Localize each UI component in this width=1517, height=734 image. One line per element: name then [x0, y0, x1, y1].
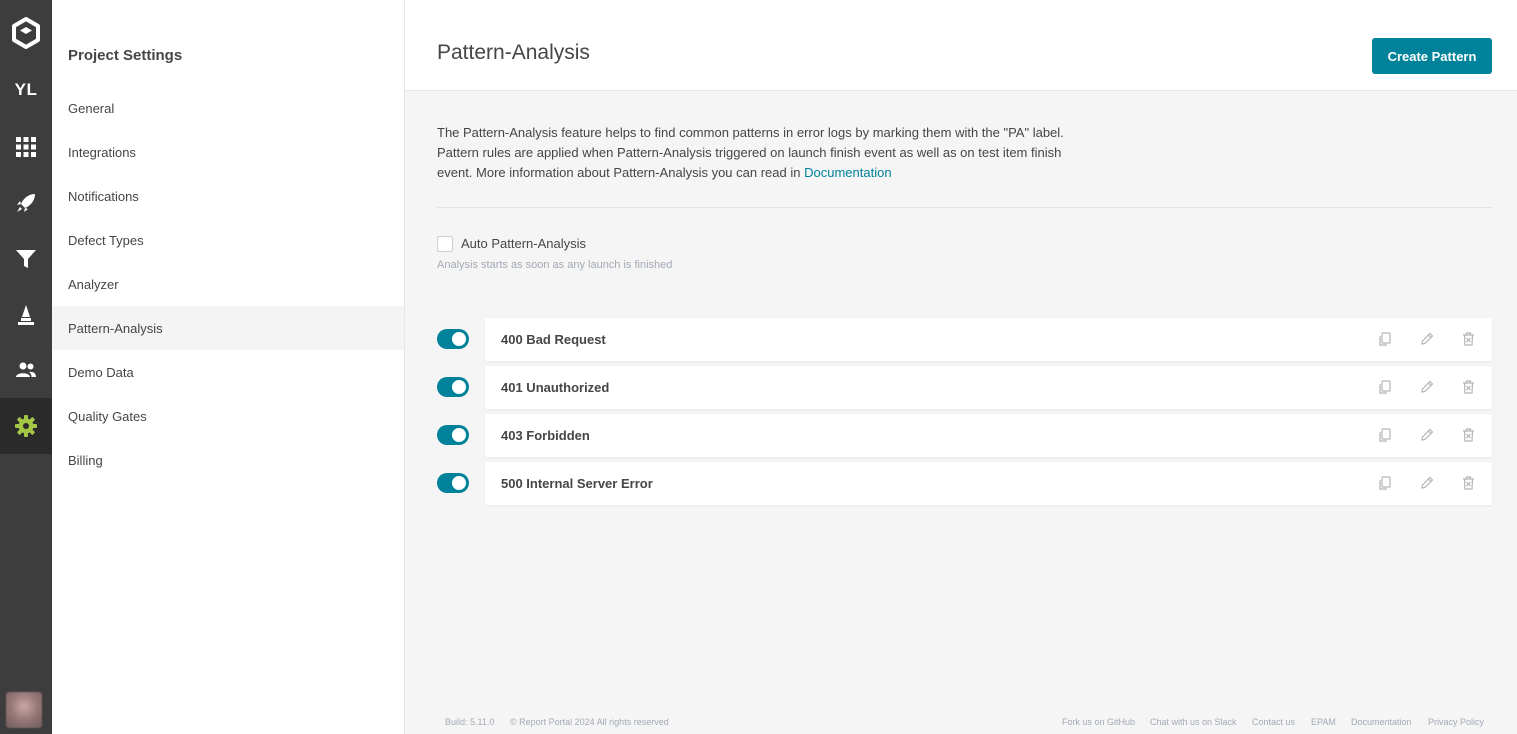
sidebar-item-billing[interactable]: Billing	[52, 438, 404, 482]
edit-pencil-icon[interactable]	[1419, 379, 1435, 395]
sidebar-item-analyzer[interactable]: Analyzer	[52, 262, 404, 306]
filters-funnel-icon[interactable]	[0, 231, 52, 287]
sidebar-item-quality-gates[interactable]: Quality Gates	[52, 394, 404, 438]
auto-pattern-analysis-label[interactable]: Auto Pattern-Analysis	[461, 236, 586, 251]
sidebar-item-demo-data[interactable]: Demo Data	[52, 350, 404, 394]
pattern-name: 500 Internal Server Error	[501, 476, 653, 491]
pattern-enabled-toggle[interactable]	[437, 425, 469, 445]
debug-icon[interactable]	[0, 287, 52, 343]
pattern-name: 403 Forbidden	[501, 428, 590, 443]
copy-icon[interactable]	[1377, 427, 1393, 443]
sidebar-item-pattern-analysis[interactable]: Pattern-Analysis	[52, 306, 404, 350]
project-settings-sidebar: Project Settings General Integrations No…	[52, 0, 405, 734]
description-line-2: Pattern rules are applied when Pattern-A…	[437, 145, 1062, 160]
delete-trash-icon[interactable]	[1460, 379, 1476, 395]
copy-icon[interactable]	[1377, 379, 1393, 395]
pattern-row: 401 Unauthorized	[485, 366, 1492, 409]
footer-copyright: © Report Portal 2024 All rights reserved	[510, 717, 669, 727]
pattern-enabled-toggle[interactable]	[437, 377, 469, 397]
copy-icon[interactable]	[1377, 475, 1393, 491]
delete-trash-icon[interactable]	[1460, 331, 1476, 347]
pattern-row: 403 Forbidden	[485, 414, 1492, 457]
dashboard-grid-icon[interactable]	[0, 119, 52, 175]
footer-build-version: Build: 5.11.0	[445, 717, 495, 727]
members-icon[interactable]	[0, 342, 52, 398]
pattern-enabled-toggle[interactable]	[437, 473, 469, 493]
footer-link-documentation[interactable]: Documentation	[1351, 717, 1412, 727]
launches-rocket-icon[interactable]	[0, 175, 52, 231]
section-divider	[437, 207, 1492, 208]
auto-pattern-analysis-hint: Analysis starts as soon as any launch is…	[437, 259, 673, 271]
copy-icon[interactable]	[1377, 331, 1393, 347]
sidebar-title: Project Settings	[68, 47, 183, 64]
edit-pencil-icon[interactable]	[1419, 475, 1435, 491]
sidebar-item-notifications[interactable]: Notifications	[52, 174, 404, 218]
pattern-row: 500 Internal Server Error	[485, 462, 1492, 505]
pattern-enabled-toggle[interactable]	[437, 329, 469, 349]
project-selector[interactable]: YL	[0, 62, 52, 118]
toggle-knob	[452, 428, 466, 442]
toggle-knob	[452, 380, 466, 394]
documentation-link[interactable]: Documentation	[804, 165, 891, 180]
footer-link-privacy[interactable]: Privacy Policy	[1428, 717, 1484, 727]
pattern-name: 400 Bad Request	[501, 332, 606, 347]
user-avatar[interactable]	[6, 692, 42, 728]
toggle-knob	[452, 332, 466, 346]
page-title: Pattern-Analysis	[437, 41, 590, 64]
project-initials: YL	[14, 80, 38, 99]
pattern-analysis-description: The Pattern-Analysis feature helps to fi…	[437, 123, 1077, 183]
edit-pencil-icon[interactable]	[1419, 427, 1435, 443]
delete-trash-icon[interactable]	[1460, 427, 1476, 443]
sidebar-item-integrations[interactable]: Integrations	[52, 130, 404, 174]
create-pattern-button[interactable]: Create Pattern	[1372, 38, 1492, 74]
footer-link-slack[interactable]: Chat with us on Slack	[1150, 717, 1237, 727]
sidebar-item-defect-types[interactable]: Defect Types	[52, 218, 404, 262]
description-line-3: event. More information about Pattern-An…	[437, 165, 801, 180]
pattern-name: 401 Unauthorized	[501, 380, 610, 395]
left-nav-rail: YL	[0, 0, 52, 734]
settings-gear-icon[interactable]	[0, 398, 52, 454]
footer-link-github[interactable]: Fork us on GitHub	[1062, 717, 1135, 727]
footer-link-epam[interactable]: EPAM	[1311, 717, 1336, 727]
report-portal-logo-icon[interactable]	[0, 5, 52, 61]
auto-pattern-analysis-checkbox[interactable]	[437, 236, 453, 252]
sidebar-item-general[interactable]: General	[52, 86, 404, 130]
page-header: Pattern-Analysis Create Pattern	[405, 0, 1517, 91]
edit-pencil-icon[interactable]	[1419, 331, 1435, 347]
description-line-1: The Pattern-Analysis feature helps to fi…	[437, 125, 1064, 140]
pattern-row: 400 Bad Request	[485, 318, 1492, 361]
footer-link-contact[interactable]: Contact us	[1252, 717, 1295, 727]
toggle-knob	[452, 476, 466, 490]
delete-trash-icon[interactable]	[1460, 475, 1476, 491]
